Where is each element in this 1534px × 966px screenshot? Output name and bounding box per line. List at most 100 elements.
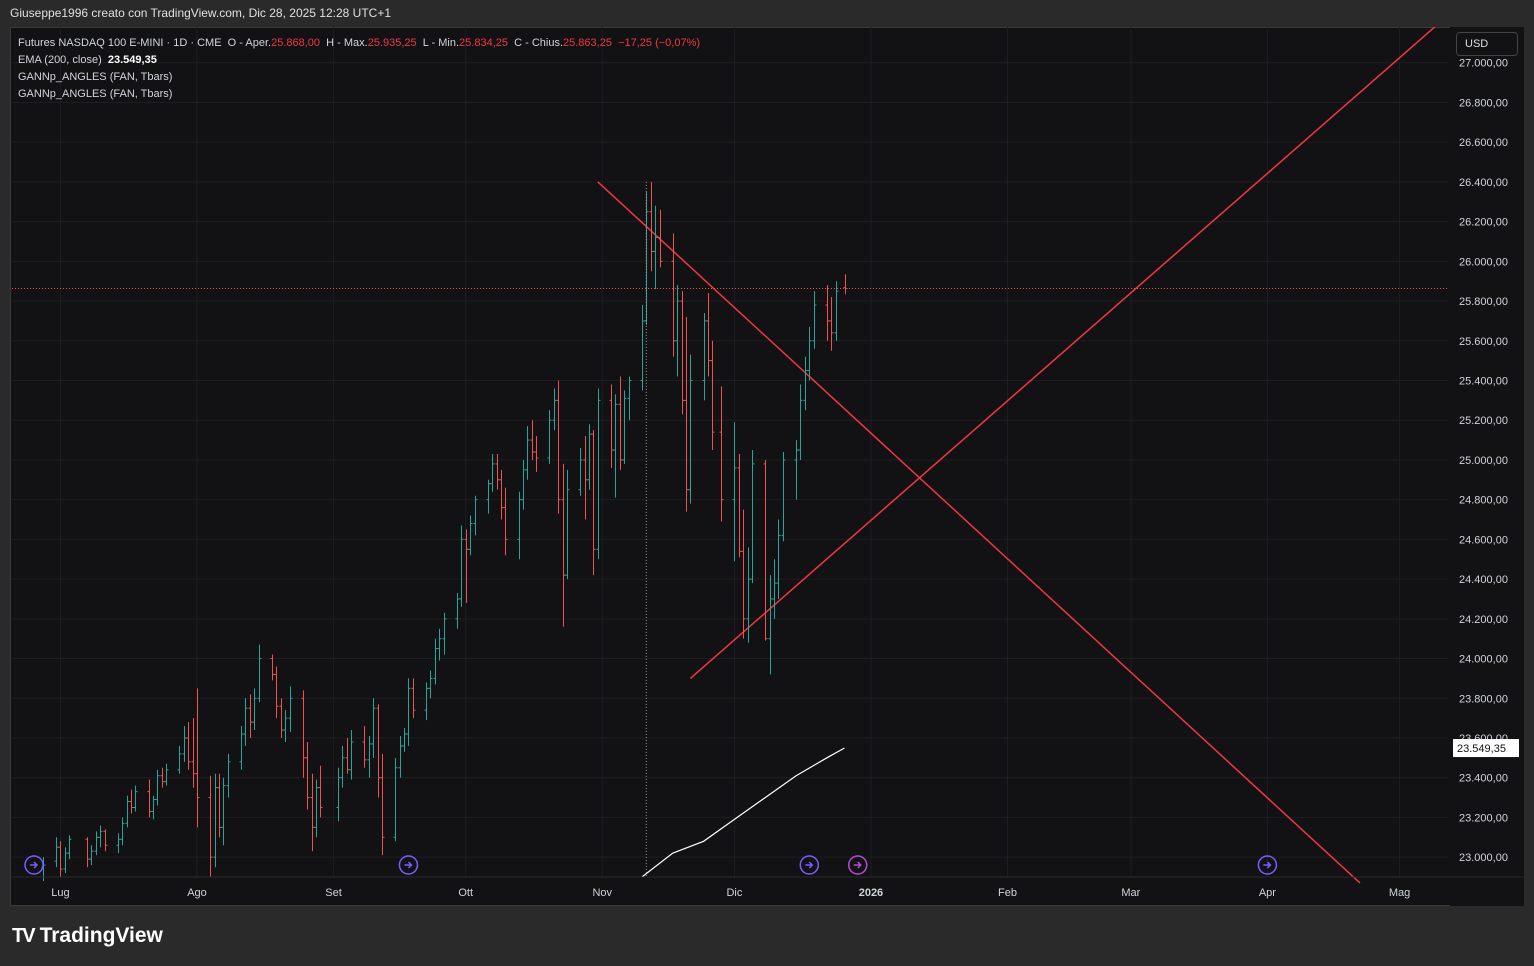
ohlc-bar xyxy=(164,763,169,786)
ohlc-bars xyxy=(41,181,848,881)
ohlc-bar xyxy=(609,384,614,468)
time-tick-label: Dic xyxy=(726,887,742,899)
ohlc-bar xyxy=(428,670,433,699)
ohlc-bar xyxy=(578,448,583,496)
ohlc-bar xyxy=(706,293,711,377)
ohlc-bar xyxy=(221,777,226,846)
ohlc-bar xyxy=(688,354,693,504)
price-tick-label: 24.600,00 xyxy=(1459,534,1508,546)
ohlc-bar xyxy=(398,735,403,778)
ohlc-bar xyxy=(279,698,284,738)
price-tick-label: 25.800,00 xyxy=(1459,296,1508,308)
open-value: 25.868,00 xyxy=(271,37,321,49)
price-tick-label: 25.600,00 xyxy=(1459,336,1508,348)
symbol-row[interactable]: Futures NASDAQ 100 E-MINI · 1D · CME O -… xyxy=(18,35,700,52)
high-label: H - Max. xyxy=(326,37,368,49)
ohlc-bar xyxy=(591,430,596,576)
ohlc-bar xyxy=(530,420,535,460)
time-tick-label: Lug xyxy=(51,887,69,899)
ema-row[interactable]: EMA (200, close) 23.549,35 xyxy=(18,52,700,69)
ohlc-bar xyxy=(433,638,438,685)
event-marker-icon[interactable] xyxy=(398,855,419,875)
event-marker-icon[interactable] xyxy=(847,855,868,875)
event-marker-icon[interactable] xyxy=(24,855,44,875)
ohlc-bar xyxy=(103,829,108,852)
ohlc-bar xyxy=(424,682,429,721)
ohlc-bar xyxy=(116,833,121,854)
indicator-label-1[interactable]: GANNp_ANGLES (FAN, Tbars) xyxy=(18,71,172,83)
ohlc-bar xyxy=(565,469,570,580)
ohlc-bar xyxy=(525,426,530,480)
price-tick-label: 23.200,00 xyxy=(1459,812,1508,824)
price-tick-label: 23.400,00 xyxy=(1459,773,1508,785)
ema-value: 23.549,35 xyxy=(107,54,157,66)
ohlc-bar xyxy=(226,753,231,798)
event-arrow xyxy=(404,861,413,869)
ohlc-bar xyxy=(552,388,557,431)
ohlc-bar xyxy=(213,773,218,868)
open-label: O - Aper. xyxy=(227,37,272,49)
ohlc-bar xyxy=(684,316,689,512)
price-tick-label: 23.000,00 xyxy=(1459,852,1508,864)
ohlc-bar xyxy=(120,817,125,846)
time-tick-label: Mar xyxy=(1121,887,1140,899)
event-arrow xyxy=(30,861,39,869)
symbol-name[interactable]: Futures NASDAQ 100 E-MINI · 1D · CME xyxy=(18,37,222,49)
event-arrow xyxy=(853,861,862,869)
ohlc-bar xyxy=(732,422,737,562)
ohlc-bar xyxy=(843,274,848,295)
ohlc-bar xyxy=(798,384,803,460)
ema-label[interactable]: EMA (200, close) xyxy=(18,54,102,66)
time-tick-label: 2026 xyxy=(859,887,883,899)
indicator-row-1[interactable]: GANNp_ANGLES (FAN, Tbars) xyxy=(18,69,700,86)
ohlc-bar xyxy=(283,710,288,742)
ohlc-bar xyxy=(376,704,381,798)
ohlc-bar xyxy=(248,694,253,738)
ohlc-bar xyxy=(402,728,407,752)
ohlc-bar xyxy=(239,726,244,770)
ohlc-bar xyxy=(486,479,491,514)
ohlc-bar xyxy=(63,847,68,874)
indicator-label-2[interactable]: GANNp_ANGLES (FAN, Tbars) xyxy=(18,88,172,100)
ohlc-bar xyxy=(54,837,59,868)
ohlc-bar xyxy=(653,205,658,290)
ohlc-bar xyxy=(499,469,504,520)
ohlc-bar xyxy=(67,835,72,860)
event-arrow xyxy=(805,861,814,869)
ohlc-bar xyxy=(177,745,182,774)
ohlc-bar xyxy=(129,789,134,814)
ohlc-bar xyxy=(362,726,367,768)
currency-button[interactable]: USD xyxy=(1456,32,1518,56)
ohlc-bar xyxy=(155,769,160,806)
price-chart[interactable]: 27.000,00 26.800,00 26.600,00 26.400,00 26.2… xyxy=(10,27,1524,906)
ohlc-bar xyxy=(459,525,464,607)
time-tick-label: Ago xyxy=(187,887,207,899)
ohlc-bar xyxy=(310,773,315,852)
ohlc-bar xyxy=(305,741,310,810)
ohlc-bar xyxy=(371,698,376,758)
indicator-row-2[interactable]: GANNp_ANGLES (FAN, Tbars) xyxy=(18,86,700,103)
change-value: −17,25 (−0,07%) xyxy=(618,37,701,49)
ohlc-bar xyxy=(719,386,724,522)
chart-grid xyxy=(12,27,1448,877)
ohlc-bar xyxy=(556,380,561,514)
time-tick-label: Feb xyxy=(998,887,1017,899)
ohlc-bar xyxy=(710,340,715,451)
price-tick-label: 26.000,00 xyxy=(1459,256,1508,268)
close-label: C - Chius. xyxy=(514,37,564,49)
ohlc-bar xyxy=(340,745,345,788)
ohlc-bar xyxy=(367,735,372,778)
price-tick-label: 26.800,00 xyxy=(1459,97,1508,109)
price-tick-label: 24.200,00 xyxy=(1459,614,1508,626)
ohlc-bar xyxy=(182,726,187,762)
ohlc-bar xyxy=(455,593,460,629)
ohlc-bar xyxy=(596,388,601,560)
ohlc-bar xyxy=(750,450,755,584)
price-tick-label: 26.600,00 xyxy=(1459,137,1508,149)
ohlc-bar xyxy=(393,757,398,842)
ohlc-bar xyxy=(94,831,99,856)
ohlc-bar xyxy=(622,390,627,464)
high-value: 25.935,25 xyxy=(367,37,417,49)
event-marker-icon[interactable] xyxy=(799,855,820,875)
price-axis: 27.000,00 26.800,00 26.600,00 26.400,00 26.2… xyxy=(1450,27,1524,906)
